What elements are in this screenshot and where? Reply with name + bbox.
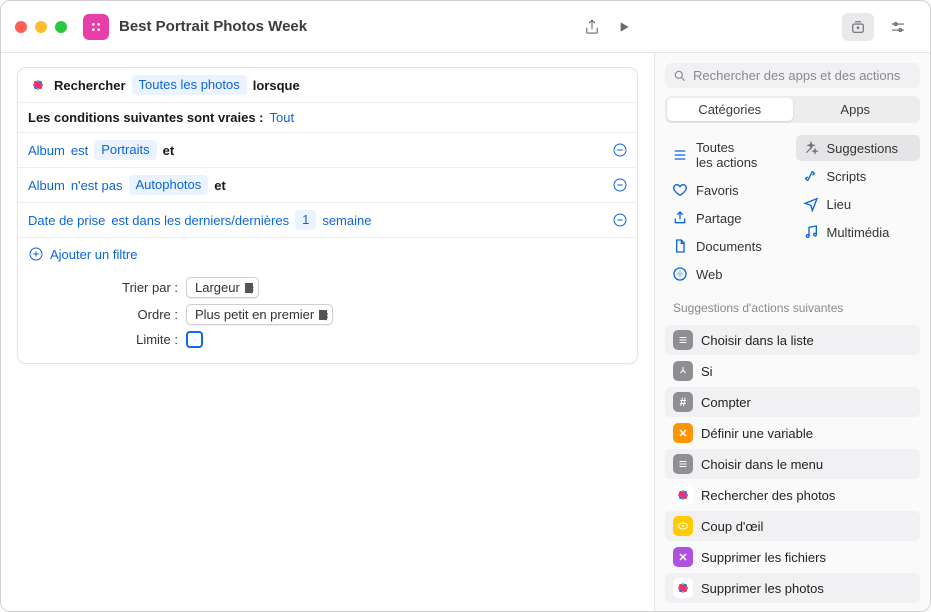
order-label: Ordre :	[28, 307, 178, 322]
limit-checkbox[interactable]	[186, 331, 203, 348]
caret-icon: ▴▾	[324, 309, 329, 321]
shortcut-icon	[83, 14, 109, 40]
suggestion-label: Définir une variable	[701, 426, 813, 441]
photos-app-icon	[28, 75, 48, 95]
suggestion-item[interactable]: Si	[665, 356, 920, 386]
action-icon	[673, 361, 693, 381]
filter-field[interactable]: Album	[28, 143, 65, 158]
suggestion-label: Rechercher des photos	[701, 488, 835, 503]
action-icon	[673, 516, 693, 536]
plus-circle-icon	[28, 246, 44, 262]
cat-favorites[interactable]: Favoris	[665, 177, 790, 203]
cat-media[interactable]: Multimédia	[796, 219, 921, 245]
filter-value[interactable]: 1	[295, 210, 316, 230]
action-icon: ✕	[673, 423, 693, 443]
suggestion-item[interactable]: Choisir dans le menu	[665, 449, 920, 479]
photos-icon	[673, 485, 693, 505]
library-toggle[interactable]	[842, 13, 874, 41]
action-verb: Rechercher	[54, 78, 126, 93]
filter-unit[interactable]: semaine	[322, 213, 371, 228]
order-select[interactable]: Plus petit en premier ▴▾	[186, 304, 333, 325]
remove-filter-button[interactable]	[611, 141, 629, 159]
share-button[interactable]	[576, 13, 608, 41]
suggestion-item[interactable]: ✕ Supprimer les fichiers	[665, 542, 920, 572]
run-button[interactable]	[608, 13, 640, 41]
search-scope[interactable]: Toutes les photos	[132, 75, 247, 95]
suggestion-label: Coup d'œil	[701, 519, 763, 534]
suggestion-item[interactable]: Rechercher des photos	[665, 480, 920, 510]
search-icon	[673, 69, 687, 83]
suggestions-header: Suggestions d'actions suivantes	[665, 295, 920, 317]
sort-by-select[interactable]: Largeur ▴▾	[186, 277, 259, 298]
photos-icon	[673, 578, 693, 598]
when-label: lorsque	[253, 78, 300, 93]
cat-location[interactable]: Lieu	[796, 191, 921, 217]
conditions-label: Les conditions suivantes sont vraies :	[28, 110, 264, 125]
sort-by-label: Trier par :	[28, 280, 178, 295]
segment-apps[interactable]: Apps	[793, 98, 919, 121]
filter-op[interactable]: est	[71, 143, 88, 158]
close-window[interactable]	[15, 21, 27, 33]
suggestion-item[interactable]: # Compter	[665, 387, 920, 417]
filter-op[interactable]: n'est pas	[71, 178, 123, 193]
suggestion-item[interactable]: ✕ Définir une variable	[665, 418, 920, 448]
filter-field[interactable]: Date de prise	[28, 213, 105, 228]
action-icon: #	[673, 392, 693, 412]
suggestion-label: Choisir dans le menu	[701, 457, 823, 472]
suggestion-item[interactable]: Supprimer les photos	[665, 573, 920, 603]
remove-filter-button[interactable]	[611, 176, 629, 194]
suggestion-label: Si	[701, 364, 713, 379]
segment-categories[interactable]: Catégories	[667, 98, 793, 121]
search-actions-input[interactable]: Rechercher des apps et des actions	[665, 63, 920, 88]
filter-row: Album n'est pas Autophotos et	[18, 167, 637, 202]
suggestion-item[interactable]: Choisir dans la liste	[665, 325, 920, 355]
zoom-window[interactable]	[55, 21, 67, 33]
suggestion-label: Supprimer les photos	[701, 581, 824, 596]
suggestion-item[interactable]: Coup d'œil	[665, 511, 920, 541]
cat-scripting[interactable]: Scripts	[796, 163, 921, 189]
filter-field[interactable]: Album	[28, 178, 65, 193]
add-filter-button[interactable]: Ajouter un filtre	[18, 237, 637, 270]
suggestion-label: Compter	[701, 395, 751, 410]
action-icon	[673, 454, 693, 474]
search-placeholder: Rechercher des apps et des actions	[693, 68, 900, 83]
cat-documents[interactable]: Documents	[665, 233, 790, 259]
filter-row: Date de prise est dans les derniers/dern…	[18, 202, 637, 237]
suggestion-label: Supprimer les fichiers	[701, 550, 826, 565]
filter-value[interactable]: Autophotos	[129, 175, 209, 195]
window-title: Best Portrait Photos Week	[119, 18, 307, 35]
find-photos-action: Rechercher Toutes les photos lorsque Les…	[17, 67, 638, 364]
add-filter-label: Ajouter un filtre	[50, 247, 137, 262]
filter-op[interactable]: est dans les derniers/dernières	[111, 213, 289, 228]
action-icon: ✕	[673, 547, 693, 567]
action-icon	[673, 330, 693, 350]
suggestion-label: Choisir dans la liste	[701, 333, 814, 348]
filter-conj: et	[214, 178, 226, 193]
minimize-window[interactable]	[35, 21, 47, 33]
remove-filter-button[interactable]	[611, 211, 629, 229]
filter-conj: et	[163, 143, 175, 158]
cat-all-actions[interactable]: Toutes les actions	[665, 135, 790, 175]
cat-sharing[interactable]: Partage	[665, 205, 790, 231]
cat-web[interactable]: Web	[665, 261, 790, 287]
limit-label: Limite :	[28, 332, 178, 347]
cat-suggestions[interactable]: Suggestions	[796, 135, 921, 161]
settings-toggle[interactable]	[882, 13, 914, 41]
caret-icon: ▴▾	[249, 282, 254, 294]
filter-row: Album est Portraits et	[18, 132, 637, 167]
library-segment: Catégories Apps	[665, 96, 920, 123]
conditions-mode[interactable]: Tout	[270, 110, 295, 125]
filter-value[interactable]: Portraits	[94, 140, 156, 160]
